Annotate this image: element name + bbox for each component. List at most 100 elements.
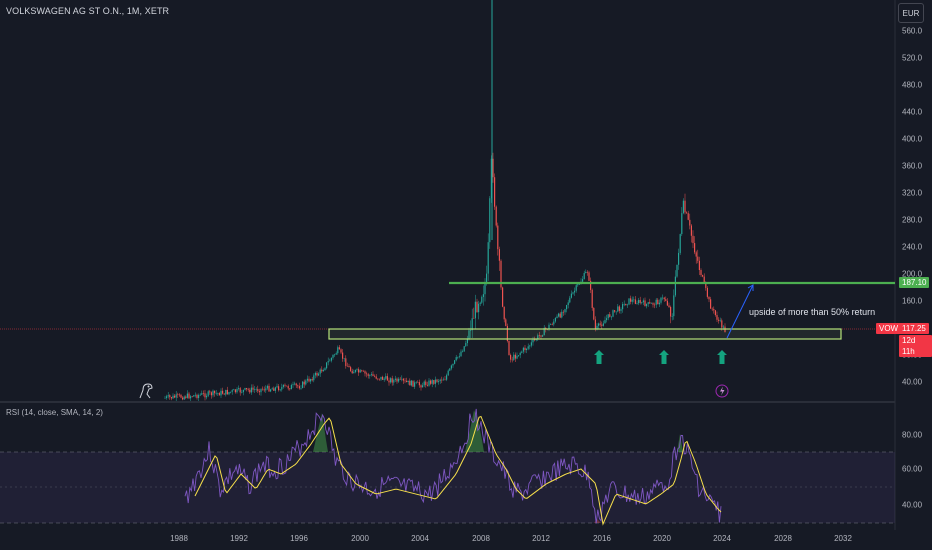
candle-body [196, 394, 198, 398]
candle-body [417, 382, 419, 383]
candle-body [361, 370, 363, 372]
candle-body [505, 319, 507, 326]
candle-body [265, 388, 267, 391]
candle-body [679, 234, 681, 253]
candle-body [425, 381, 427, 385]
candle-body [273, 388, 275, 391]
candle-body [620, 309, 622, 311]
price-tick: 320.0 [902, 188, 923, 198]
candle-body [583, 273, 585, 280]
candle-body [615, 311, 617, 313]
candle-body [492, 158, 494, 178]
candle-body [346, 365, 348, 367]
candle-body [359, 370, 361, 373]
candle-body [164, 397, 166, 399]
candle-body [716, 315, 718, 320]
candle-body [295, 383, 297, 386]
candle-body [279, 389, 281, 391]
up-arrow-icon [717, 350, 727, 364]
candle-body [706, 287, 708, 297]
rsi-band [0, 452, 895, 523]
candle-body [246, 387, 248, 390]
support-zone-rectangle[interactable] [328, 328, 842, 340]
candle-body [321, 369, 323, 372]
up-arrow-icon [659, 350, 669, 364]
candle-body [350, 367, 352, 371]
candle-body [644, 300, 646, 307]
candle-body [502, 287, 504, 307]
candle-body [481, 296, 483, 303]
candle-body [513, 354, 515, 360]
candle-body [457, 356, 459, 358]
candle-body [254, 389, 256, 390]
candle-body [204, 393, 206, 398]
candle-body [298, 386, 300, 389]
lightning-icon[interactable] [715, 384, 729, 398]
candle-body [326, 362, 328, 369]
candle-body [366, 373, 368, 375]
candle-body [574, 290, 576, 293]
candle-body [214, 390, 216, 394]
candle-body [228, 392, 230, 395]
resistance-price-tag: 187.10 [899, 277, 930, 288]
time-tick: 2020 [653, 534, 671, 543]
rsi-indicator-title[interactable]: RSI (14, close, SMA, 14, 2) [6, 408, 103, 417]
candle-body [663, 297, 665, 300]
candle-body [198, 395, 200, 398]
candle-body [386, 376, 388, 381]
candle-body [652, 303, 654, 305]
candle-body [474, 301, 476, 319]
candle-body [358, 369, 360, 373]
symbol-tag: VOW [876, 323, 902, 334]
candle-body [183, 396, 185, 400]
candle-body [591, 289, 593, 308]
candle-body [634, 299, 636, 304]
candle-body [377, 378, 379, 380]
candle-body [674, 276, 676, 296]
candle-body [460, 351, 462, 357]
candle-body [698, 260, 700, 271]
candle-body [462, 351, 464, 353]
candle-body [639, 300, 641, 303]
candle-body [398, 378, 400, 382]
candle-body [449, 368, 451, 371]
candle-body [722, 326, 724, 328]
candle-body [260, 388, 262, 393]
candle-body [369, 375, 371, 376]
candle-body [311, 379, 313, 381]
candle-body [610, 316, 612, 318]
candle-body [364, 371, 366, 374]
candle-body [534, 339, 536, 341]
candle-body [463, 346, 465, 352]
candle-body [174, 395, 176, 398]
candle-body [172, 395, 174, 399]
candle-body [257, 388, 259, 392]
candle-body [396, 378, 398, 382]
annotation-text[interactable]: upside of more than 50% return [749, 307, 875, 317]
candle-body [516, 355, 518, 359]
candle-body [335, 353, 337, 355]
candle-body [239, 388, 241, 393]
currency-button[interactable]: EUR [898, 3, 924, 23]
candle-body [535, 339, 537, 341]
candle-body [356, 369, 358, 370]
candle-body [562, 311, 564, 313]
candle-body [428, 380, 430, 386]
candle-body [426, 384, 428, 386]
time-tick: 2000 [351, 534, 369, 543]
candle-body [404, 380, 406, 382]
candle-body [324, 368, 326, 371]
candle-body [383, 378, 385, 380]
up-arrow-icon [594, 350, 604, 364]
candle-body [455, 357, 457, 361]
candle-body [274, 387, 276, 391]
candle-body [559, 313, 561, 318]
candle-body [238, 388, 240, 389]
dino-icon [139, 383, 153, 399]
candle-body [423, 381, 425, 386]
candle-body [577, 284, 579, 286]
candle-body [286, 385, 288, 387]
candle-body [410, 380, 412, 386]
candle-body [177, 394, 179, 395]
chart-canvas[interactable] [0, 0, 932, 550]
